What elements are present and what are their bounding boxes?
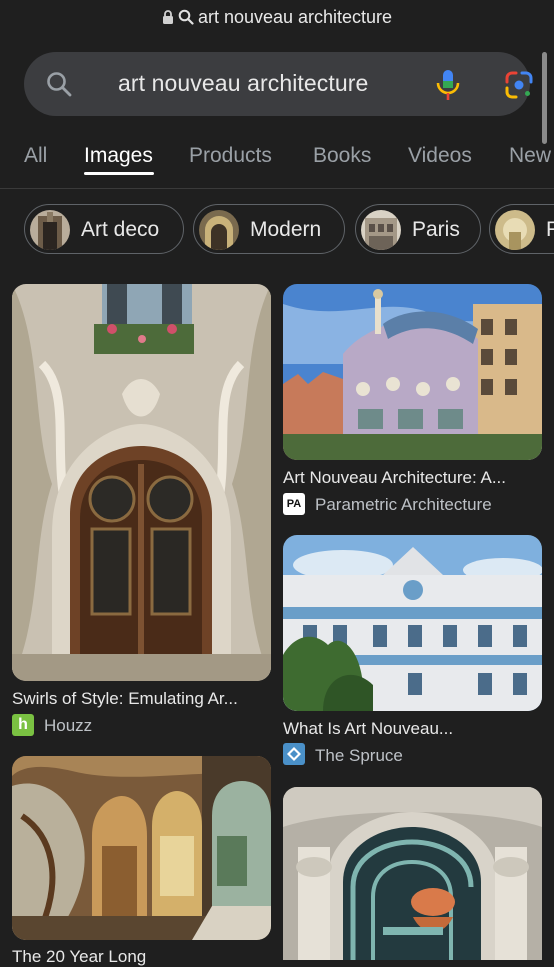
url-text: art nouveau architecture xyxy=(197,6,393,27)
result-image-3[interactable] xyxy=(283,535,542,711)
search-icon xyxy=(47,72,72,97)
result-caption-4[interactable]: The 20 Year Long xyxy=(12,947,271,967)
chip-paris[interactable]: Paris xyxy=(355,204,481,254)
tab-all[interactable]: All xyxy=(24,144,47,168)
tab-videos[interactable]: Videos xyxy=(408,144,472,168)
result-source-3[interactable]: The Spruce xyxy=(315,746,403,766)
tab-images[interactable]: Images xyxy=(84,144,153,168)
search-icon xyxy=(178,9,194,25)
search-query[interactable]: art nouveau architecture xyxy=(118,70,368,97)
chip-thumbnail xyxy=(361,210,401,250)
microphone-icon[interactable] xyxy=(435,69,461,101)
chip-label: F xyxy=(546,218,554,241)
active-tab-indicator xyxy=(84,172,154,175)
lock-icon xyxy=(162,9,173,24)
search-tabs: All Images Products Books Videos New xyxy=(0,138,554,189)
result-source-2[interactable]: Parametric Architecture xyxy=(315,495,492,515)
result-image-1[interactable] xyxy=(12,284,271,681)
chip-label: Art deco xyxy=(81,218,160,241)
result-image-4[interactable] xyxy=(12,756,271,940)
chip-label: Modern xyxy=(250,218,322,241)
the-spruce-favicon-icon xyxy=(283,743,305,765)
chip-modern[interactable]: Modern xyxy=(193,204,345,254)
google-lens-icon[interactable] xyxy=(504,70,534,100)
chip-thumbnail xyxy=(30,210,70,250)
houzz-favicon-icon: h xyxy=(12,714,34,736)
result-source-1[interactable]: Houzz xyxy=(44,716,92,736)
chip-thumbnail xyxy=(199,210,239,250)
tab-news[interactable]: New xyxy=(509,144,551,168)
chip-label: Paris xyxy=(412,218,460,241)
result-caption-2[interactable]: Art Nouveau Architecture: A... xyxy=(283,468,542,488)
search-box[interactable]: art nouveau architecture xyxy=(24,52,533,116)
chip-thumbnail xyxy=(495,210,535,250)
result-caption-1[interactable]: Swirls of Style: Emulating Ar... xyxy=(12,689,271,709)
chip-art-deco[interactable]: Art deco xyxy=(24,204,184,254)
tab-books[interactable]: Books xyxy=(313,144,371,168)
suggestion-chips: Art deco Modern Paris F xyxy=(0,204,554,258)
chip-more[interactable]: F xyxy=(489,204,554,254)
result-caption-3[interactable]: What Is Art Nouveau... xyxy=(283,719,542,739)
browser-url-bar[interactable]: art nouveau architecture xyxy=(0,0,554,34)
tab-products[interactable]: Products xyxy=(189,144,272,168)
result-image-5[interactable] xyxy=(283,787,542,960)
result-image-2[interactable] xyxy=(283,284,542,460)
parametric-architecture-favicon-icon: PA xyxy=(283,493,305,515)
scrollbar[interactable] xyxy=(542,52,547,144)
